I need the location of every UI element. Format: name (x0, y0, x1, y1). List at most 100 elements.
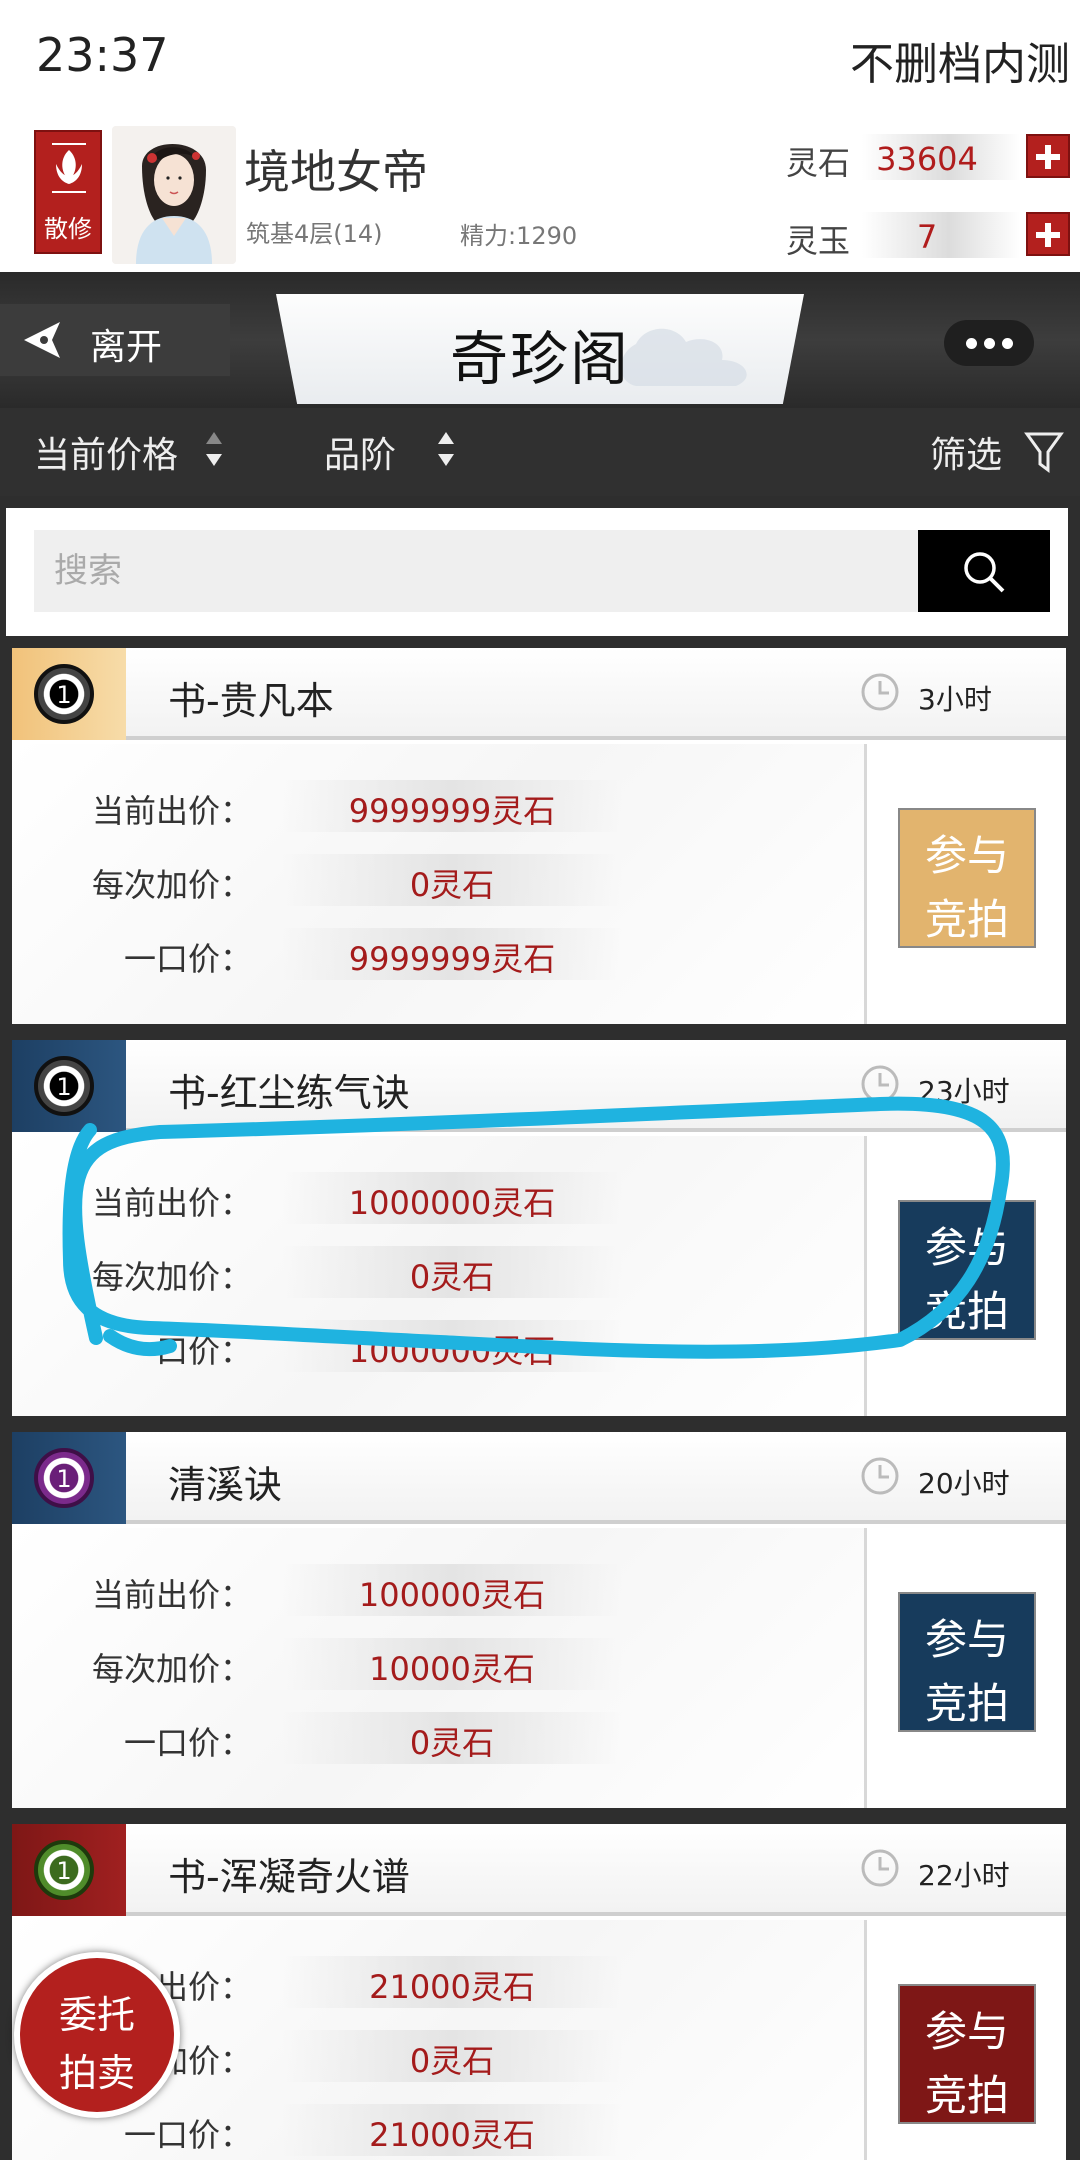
increment-label: 每次加价： (91, 1258, 252, 1296)
increment-value: 10000灵石 (282, 1638, 622, 1690)
spirit-stone-row: 灵石 33604 (786, 128, 1076, 188)
buyout-label: 一口价： (123, 1724, 252, 1762)
spirit-jade-value: 7 (916, 218, 938, 256)
grade-number: 1 (56, 1857, 72, 1885)
item-header: 1 清溪诀 20小时 (12, 1432, 1066, 1524)
current-bid-value: 9999999灵石 (282, 780, 622, 832)
item-header: 1 书-浑凝奇火谱 22小时 (12, 1824, 1066, 1916)
status-time: 23:37 (36, 28, 169, 82)
leave-label: 离开 (90, 327, 163, 368)
join-bid-button[interactable]: 参与 竞拍 (898, 808, 1036, 948)
time-left: 3小时 (918, 683, 992, 716)
time-left: 20小时 (918, 1467, 1010, 1500)
join-bid-label-1: 参与 (924, 1223, 1009, 1272)
grade-badge: 1 (12, 1040, 126, 1132)
search-input[interactable] (34, 530, 920, 612)
current-bid-value: 21000灵石 (282, 1956, 622, 2008)
grade-ring-icon: 1 (34, 1840, 94, 1900)
grade-ring-icon: 1 (34, 664, 94, 724)
filter-icon[interactable] (1024, 430, 1064, 474)
item-header: 1 书-红尘练气诀 23小时 (12, 1040, 1066, 1132)
spirit-jade-box: 7 (862, 212, 1020, 258)
sort-bar: 当前价格 品阶 筛选 (0, 408, 1080, 496)
player-energy: 精力:1290 (460, 222, 578, 250)
increment-value: 0灵石 (282, 854, 622, 906)
more-dot-icon (1002, 338, 1013, 349)
clock-icon (861, 1065, 899, 1103)
increment-label: 每次加价： (91, 1650, 252, 1688)
sort-grade-arrows-icon[interactable] (436, 428, 456, 474)
join-bid-button[interactable]: 参与 竞拍 (898, 1200, 1036, 1340)
divider (864, 1136, 867, 1416)
player-realm: 筑基4层(14) (246, 220, 383, 248)
player-name: 境地女帝 (244, 145, 428, 199)
server-title: 不删档内测 (850, 39, 1070, 90)
item-header: 1 书-贵凡本 3小时 (12, 648, 1066, 740)
clock-icon (861, 1849, 899, 1887)
buyout-value: 0灵石 (282, 1712, 622, 1764)
buyout-value: 1000000灵石 (282, 1320, 622, 1372)
auction-item-card: 1 清溪诀 20小时 当前出价： 100000灵石 每次加价： 10000灵石 … (12, 1432, 1066, 1808)
join-bid-button[interactable]: 参与 竞拍 (898, 1984, 1036, 2124)
grade-ring-icon: 1 (34, 1448, 94, 1508)
join-bid-label-1: 参与 (924, 1615, 1009, 1664)
title-bar: 离开 奇珍阁 (0, 272, 1080, 408)
buyout-value: 21000灵石 (282, 2104, 622, 2156)
current-bid-label: 当前出价： (91, 1184, 252, 1222)
search-button[interactable] (918, 530, 1050, 612)
buyout-label: 一口价： (123, 1332, 252, 1370)
lotus-icon (52, 143, 86, 193)
grade-badge: 1 (12, 648, 126, 740)
leave-button[interactable]: 离开 (0, 304, 230, 376)
more-dot-icon (966, 338, 977, 349)
sect-badge[interactable]: 散修 (34, 130, 102, 254)
auction-item-card: 1 书-红尘练气诀 23小时 当前出价： 1000000灵石 每次加价： 0灵石… (12, 1040, 1066, 1416)
item-name: 书-浑凝奇火谱 (168, 1855, 410, 1899)
increment-value: 0灵石 (282, 1246, 622, 1298)
current-bid-label: 当前出价： (91, 1576, 252, 1614)
item-details: 当前出价： 100000灵石 每次加价： 10000灵石 一口价： 0灵石 (12, 1528, 864, 1808)
sort-price-arrows-icon[interactable] (204, 428, 224, 474)
buyout-label: 一口价： (123, 2116, 252, 2154)
spirit-stone-label: 灵石 (786, 144, 851, 182)
back-arrow-icon (24, 322, 60, 358)
divider (864, 1528, 867, 1808)
current-bid-value: 100000灵石 (282, 1564, 622, 1616)
time-left: 23小时 (918, 1075, 1010, 1108)
avatar[interactable] (112, 126, 236, 264)
clock-icon (861, 1457, 899, 1495)
divider (864, 744, 867, 1024)
search-icon (964, 552, 1005, 593)
grade-badge: 1 (12, 1824, 126, 1916)
divider (864, 1920, 867, 2160)
join-bid-label-1: 参与 (924, 2007, 1009, 2056)
join-bid-button[interactable]: 参与 竞拍 (898, 1592, 1036, 1732)
grade-number: 1 (56, 681, 72, 709)
filter-button[interactable]: 筛选 (930, 426, 1002, 478)
spirit-jade-label: 灵玉 (786, 222, 851, 260)
avatar-portrait-icon (112, 126, 236, 264)
grade-ring-icon: 1 (34, 1056, 94, 1116)
buyout-label: 一口价： (123, 940, 252, 978)
item-details: 当前出价： 1000000灵石 每次加价： 0灵石 一口价： 1000000灵石 (12, 1136, 864, 1416)
auction-screen: 23:37 不删档内测 散修 境地女帝 筑基4层(14) 精力:1290 灵石 … (0, 0, 1080, 2160)
item-name: 清溪诀 (168, 1463, 283, 1507)
player-header: 散修 境地女帝 筑基4层(14) 精力:1290 灵石 33604 灵玉 7 (0, 116, 1080, 272)
sort-by-price[interactable]: 当前价格 (34, 426, 178, 478)
add-spirit-jade-icon[interactable] (1026, 212, 1070, 256)
current-bid-value: 1000000灵石 (282, 1172, 622, 1224)
add-spirit-stone-icon[interactable] (1026, 134, 1070, 178)
buyout-value: 9999999灵石 (282, 928, 622, 980)
join-bid-label-2: 竞拍 (924, 2071, 1009, 2120)
sort-by-grade[interactable]: 品阶 (324, 426, 396, 478)
clock-icon (861, 673, 899, 711)
sect-label: 散修 (44, 215, 92, 243)
more-menu-button[interactable] (944, 320, 1034, 366)
current-bid-label: 当前出价： (91, 792, 252, 830)
search-bar (6, 508, 1068, 636)
status-bar: 23:37 不删档内测 (0, 0, 1080, 116)
join-bid-label-1: 参与 (924, 831, 1009, 880)
join-bid-label-2: 竞拍 (924, 895, 1009, 944)
consign-auction-button[interactable]: 委托 拍卖 (14, 1952, 180, 2118)
item-name: 书-红尘练气诀 (168, 1071, 410, 1115)
